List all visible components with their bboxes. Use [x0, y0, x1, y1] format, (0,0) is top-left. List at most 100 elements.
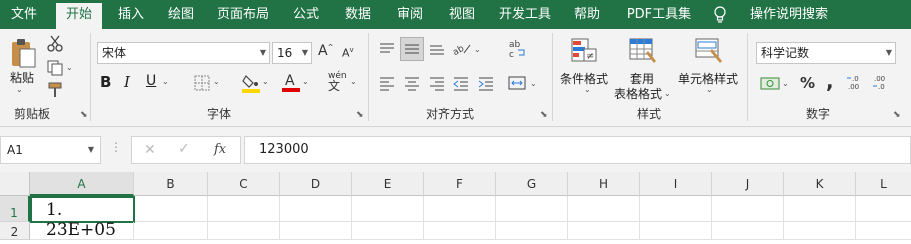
cell-f2[interactable] — [424, 222, 496, 240]
row-header-1[interactable]: 1 — [0, 196, 30, 222]
column-header-f[interactable]: F — [424, 172, 496, 196]
insert-function-icon[interactable]: fx — [214, 142, 226, 157]
cell-b1[interactable] — [135, 196, 208, 222]
cell-j2[interactable] — [712, 222, 784, 240]
number-launcher-icon[interactable]: ⬊ — [893, 110, 901, 120]
cell-l1[interactable] — [856, 196, 911, 222]
borders-icon[interactable] — [194, 75, 210, 94]
align-center-icon[interactable] — [403, 75, 421, 94]
cell-j1[interactable] — [712, 196, 784, 222]
phonetic-guide-icon[interactable]: wén 文 — [328, 71, 347, 93]
row-header-2[interactable]: 2 — [0, 222, 30, 240]
tab-file[interactable]: 文件 — [0, 0, 48, 29]
alignment-launcher-icon[interactable]: ⬊ — [540, 110, 548, 120]
column-header-a[interactable]: A — [30, 172, 134, 196]
percent-style-icon[interactable]: % — [800, 74, 815, 92]
increase-decimal-icon[interactable]: .0.00 — [846, 73, 866, 94]
font-size-combo[interactable]: 16 ▼ — [272, 42, 312, 64]
underline-dropdown-icon[interactable]: ⌄ — [162, 77, 169, 86]
comma-style-icon[interactable]: , — [826, 69, 834, 93]
tab-view[interactable]: 视图 — [440, 0, 484, 29]
cell-a2[interactable] — [30, 222, 134, 240]
align-right-icon[interactable] — [428, 75, 446, 94]
cell-k2[interactable] — [784, 222, 856, 240]
phonetic-dropdown-icon[interactable]: ⌄ — [350, 77, 357, 86]
tab-review[interactable]: 审阅 — [388, 0, 432, 29]
paste-icon[interactable] — [9, 37, 37, 72]
cell-i1[interactable] — [640, 196, 712, 222]
column-header-h[interactable]: H — [568, 172, 640, 196]
decrease-font-size-icon[interactable]: Av — [342, 46, 354, 60]
format-as-table-label-2[interactable]: 表格格式 — [614, 85, 662, 102]
cell-d2[interactable] — [280, 222, 352, 240]
tab-page-layout[interactable]: 页面布局 — [210, 0, 276, 29]
cell-a1[interactable]: 1. 23E+05 — [30, 196, 135, 240]
decrease-indent-icon[interactable] — [452, 75, 470, 94]
align-top-icon[interactable] — [378, 41, 396, 60]
fill-color-icon[interactable] — [242, 73, 260, 96]
merge-dropdown-icon[interactable]: ⌄ — [530, 79, 537, 88]
orientation-icon[interactable]: ab — [451, 41, 472, 60]
cell-e2[interactable] — [352, 222, 424, 240]
column-header-j[interactable]: J — [712, 172, 784, 196]
align-middle-icon[interactable] — [400, 37, 424, 61]
cell-h2[interactable] — [568, 222, 640, 240]
fill-color-dropdown-icon[interactable]: ⌄ — [262, 77, 269, 86]
column-header-d[interactable]: D — [280, 172, 352, 196]
column-header-i[interactable]: I — [640, 172, 712, 196]
column-header-l[interactable]: L — [856, 172, 911, 196]
select-all-corner[interactable] — [0, 172, 30, 196]
enter-icon[interactable]: ✓ — [178, 141, 190, 157]
increase-font-size-icon[interactable]: A^ — [318, 43, 333, 59]
cell-c2[interactable] — [208, 222, 280, 240]
cell-e1[interactable] — [352, 196, 424, 222]
column-header-g[interactable]: G — [496, 172, 568, 196]
borders-dropdown-icon[interactable]: ⌄ — [213, 77, 220, 86]
font-launcher-icon[interactable]: ⬊ — [356, 110, 364, 120]
tab-developer[interactable]: 开发工具 — [492, 0, 558, 29]
tell-me-search[interactable]: 操作说明搜索 — [734, 0, 844, 29]
column-header-c[interactable]: C — [208, 172, 280, 196]
decrease-decimal-icon[interactable]: .00.0 — [872, 73, 892, 94]
font-color-icon[interactable]: A — [282, 71, 300, 96]
tab-pdf-tools[interactable]: PDF工具集 — [616, 0, 702, 29]
cancel-icon[interactable]: ✕ — [144, 142, 156, 158]
paste-dropdown-icon[interactable]: ⌄ — [16, 85, 23, 94]
format-as-table-dropdown-icon[interactable]: ⌄ — [664, 89, 671, 98]
tab-home[interactable]: 开始 — [56, 3, 102, 29]
accounting-dropdown-icon[interactable]: ⌄ — [782, 79, 789, 88]
tab-insert[interactable]: 插入 — [110, 0, 152, 29]
column-header-e[interactable]: E — [352, 172, 424, 196]
cell-k1[interactable] — [784, 196, 856, 222]
bold-icon[interactable]: B — [100, 73, 111, 91]
formula-input[interactable]: 123000 — [244, 136, 911, 164]
cell-d1[interactable] — [280, 196, 352, 222]
merge-center-icon[interactable] — [508, 75, 526, 94]
increase-indent-icon[interactable] — [477, 75, 495, 94]
resize-handle-icon[interactable]: ⋮ — [110, 140, 122, 154]
clipboard-launcher-icon[interactable]: ⬊ — [80, 110, 88, 120]
paste-label[interactable]: 粘贴 — [10, 69, 34, 86]
format-painter-icon[interactable] — [46, 81, 64, 102]
cell-f1[interactable] — [424, 196, 496, 222]
column-header-b[interactable]: B — [134, 172, 208, 196]
copy-icon[interactable] — [46, 59, 64, 80]
align-bottom-icon[interactable] — [428, 41, 446, 60]
conditional-formatting-icon[interactable]: ≠ — [570, 37, 598, 68]
cell-g2[interactable] — [496, 222, 568, 240]
font-color-dropdown-icon[interactable]: ⌄ — [302, 77, 309, 86]
accounting-format-icon[interactable] — [760, 75, 780, 94]
format-as-table-icon[interactable] — [628, 37, 658, 68]
lightbulb-icon[interactable] — [710, 0, 730, 29]
cut-icon[interactable] — [46, 35, 64, 56]
italic-icon[interactable]: I — [124, 73, 130, 91]
cell-h1[interactable] — [568, 196, 640, 222]
cell-styles-icon[interactable] — [694, 37, 724, 68]
tab-draw[interactable]: 绘图 — [160, 0, 202, 29]
wrap-text-icon[interactable]: ab c — [508, 39, 526, 62]
orientation-dropdown-icon[interactable]: ⌄ — [474, 45, 481, 54]
cell-g1[interactable] — [496, 196, 568, 222]
cell-c1[interactable] — [208, 196, 280, 222]
underline-icon[interactable]: U — [146, 73, 156, 89]
cell-i2[interactable] — [640, 222, 712, 240]
